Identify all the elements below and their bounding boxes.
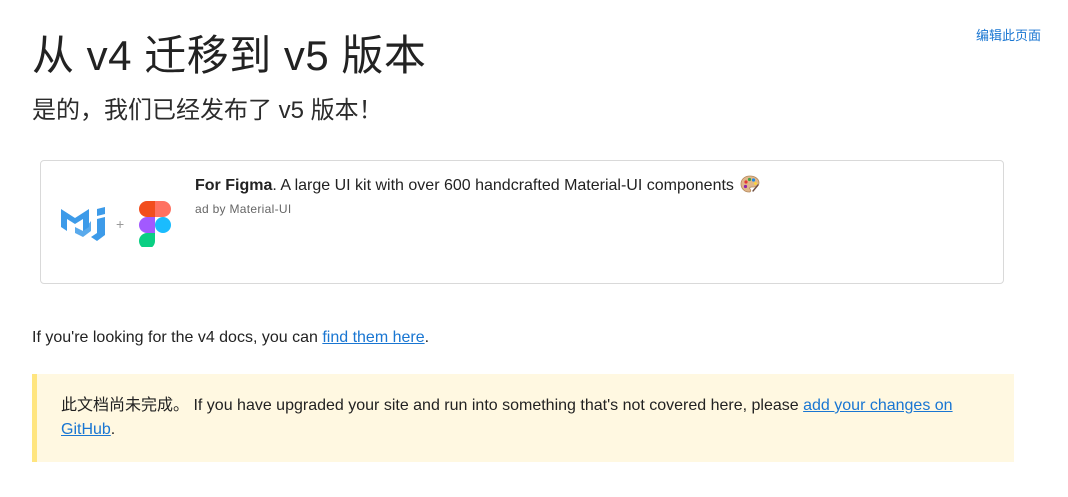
warning-text: If you have upgraded your site and run i… bbox=[189, 397, 804, 414]
ad-card[interactable]: + For Figma. A large UI kit with over 60… bbox=[40, 160, 1004, 284]
warning-cn-text: 此文档尚未完成。 bbox=[61, 397, 190, 414]
ad-brand: For Figma bbox=[195, 177, 273, 194]
v4-docs-link[interactable]: find them here bbox=[322, 329, 424, 346]
warning-suffix: . bbox=[110, 421, 116, 438]
mui-logo-icon bbox=[61, 207, 105, 241]
ad-headline[interactable]: For Figma. A large UI kit with over 600 … bbox=[195, 175, 975, 197]
v4-docs-notice: If you're looking for the v4 docs, you c… bbox=[32, 327, 429, 349]
warning-callout: 此文档尚未完成。 If you have upgraded your site … bbox=[32, 374, 1014, 462]
ad-description: . A large UI kit with over 600 handcraft… bbox=[272, 177, 734, 194]
figma-logo-icon bbox=[139, 201, 171, 249]
ad-text[interactable]: For Figma. A large UI kit with over 600 … bbox=[195, 175, 975, 216]
page-title: 从 v4 迁移到 v5 版本 bbox=[32, 32, 427, 79]
edit-page-link[interactable]: 编辑此页面 bbox=[976, 25, 1041, 44]
ad-logos[interactable]: + bbox=[61, 199, 173, 249]
v4-notice-suffix: . bbox=[424, 329, 430, 346]
ad-byline[interactable]: ad by Material-UI bbox=[195, 202, 975, 216]
plus-sign: + bbox=[116, 216, 124, 232]
v4-notice-text: If you're looking for the v4 docs, you c… bbox=[32, 329, 323, 346]
page-subtitle: 是的，我们已经发布了 v5 版本！ bbox=[32, 97, 383, 124]
palette-icon bbox=[740, 175, 760, 193]
page: 编辑此页面 从 v4 迁移到 v5 版本 是的，我们已经发布了 v5 版本！ + bbox=[0, 0, 1068, 497]
